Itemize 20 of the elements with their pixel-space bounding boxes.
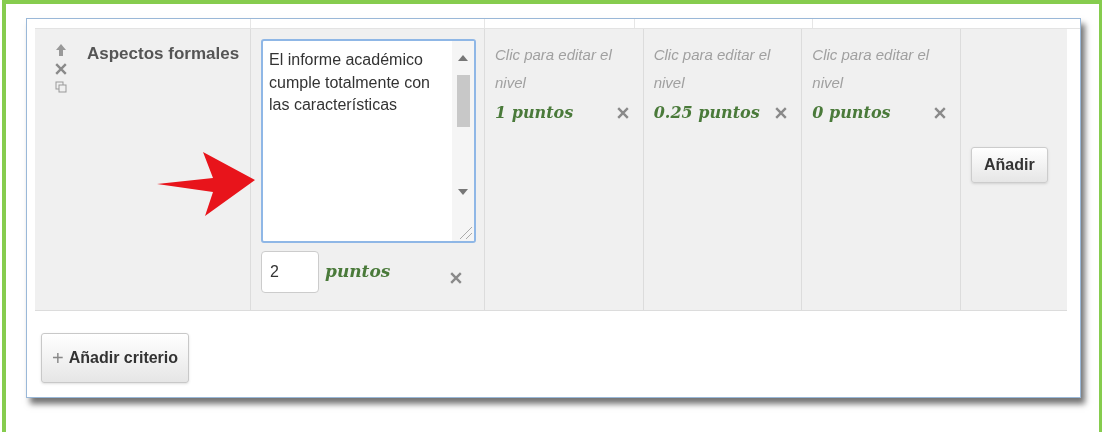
- scrollbar[interactable]: [452, 41, 474, 241]
- level-score: 0.25 puntos: [653, 102, 760, 124]
- score-input[interactable]: 2: [261, 251, 319, 293]
- add-criterion-button[interactable]: + Añadir criterio: [41, 333, 190, 383]
- textarea-field[interactable]: El informe académico cumple totalmente con las características: [261, 39, 476, 243]
- button-label: Añadir criterio: [68, 348, 179, 368]
- delete-icon[interactable]: [775, 107, 788, 119]
- score-unit: puntos: [325, 260, 391, 284]
- level-definition: El informe académico cumple totalmente con las características: [268, 50, 431, 115]
- delete-icon[interactable]: [616, 107, 629, 119]
- duplicate-icon[interactable]: [55, 81, 67, 93]
- level-score: 1 puntos: [495, 102, 574, 124]
- plus-icon: +: [52, 343, 64, 373]
- delete-icon[interactable]: [934, 107, 946, 119]
- level-score: 0 puntos: [812, 102, 891, 124]
- delete-icon[interactable]: [450, 272, 462, 284]
- delete-icon[interactable]: [55, 63, 67, 75]
- add-level-button[interactable]: Añadir: [971, 147, 1048, 183]
- criterion-description[interactable]: Aspectos formales: [87, 41, 246, 67]
- up-arrow-icon[interactable]: [55, 43, 67, 57]
